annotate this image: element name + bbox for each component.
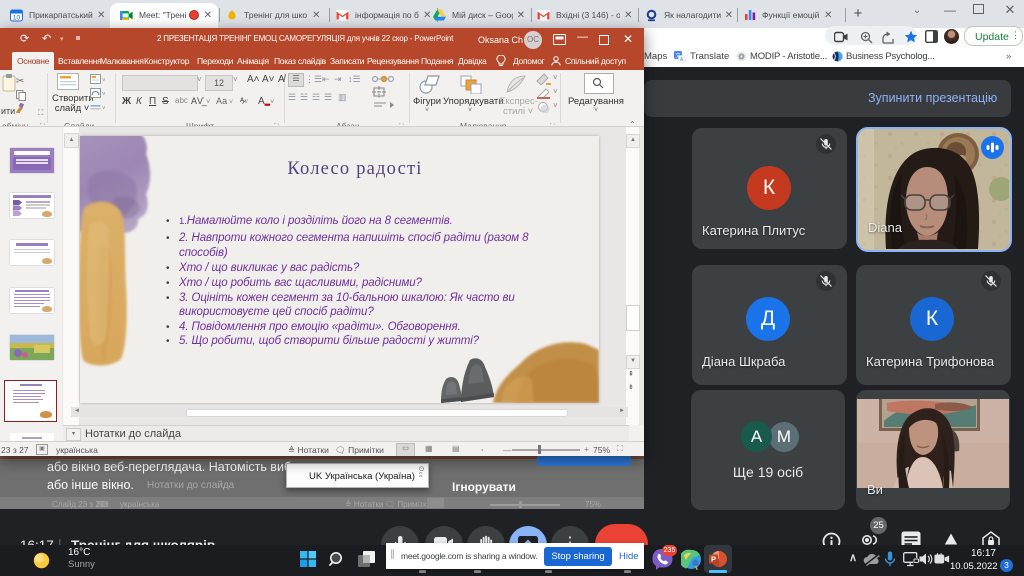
svg-text:10: 10 xyxy=(13,14,21,21)
svg-text:˅: ˅ xyxy=(102,92,105,98)
svg-text:˅: ˅ xyxy=(102,78,105,84)
svg-text:˅: ˅ xyxy=(102,106,105,112)
svg-text:P: P xyxy=(711,555,716,564)
